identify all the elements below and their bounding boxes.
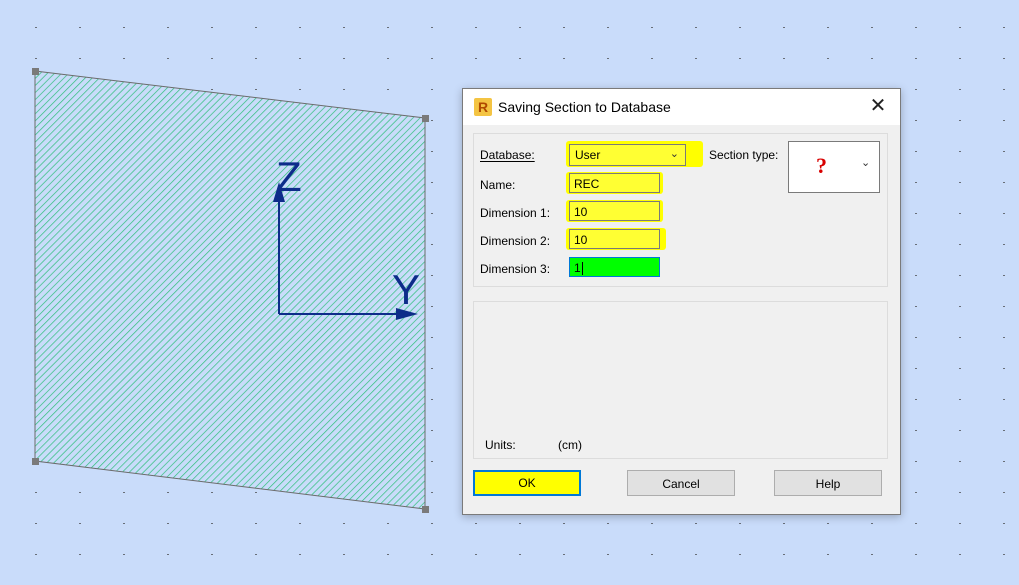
unknown-section-icon: ?: [816, 153, 827, 178]
section-shape[interactable]: [34, 70, 426, 510]
vertex-handle[interactable]: [422, 506, 429, 513]
dialog-titlebar[interactable]: R Saving Section to Database ✕: [463, 89, 900, 125]
vertex-handle[interactable]: [32, 68, 39, 75]
chevron-down-icon: ⌄: [669, 148, 679, 160]
dimension2-label: Dimension 2:: [480, 234, 551, 248]
database-select-value: User: [575, 148, 601, 162]
cancel-button[interactable]: Cancel: [627, 470, 735, 496]
ok-button[interactable]: OK: [473, 470, 581, 496]
close-button[interactable]: ✕: [856, 89, 900, 125]
dimension1-label: Dimension 1:: [480, 206, 551, 220]
z-axis-label: Z: [276, 153, 302, 200]
robot-app-icon: R: [474, 98, 492, 116]
dialog-title: Saving Section to Database: [498, 99, 671, 115]
y-axis-label: Y: [392, 266, 420, 313]
dimension3-label: Dimension 3:: [480, 262, 551, 276]
units-label: Units:: [485, 438, 516, 452]
section-type-label: Section type:: [709, 148, 779, 162]
dimension1-input[interactable]: 10: [569, 201, 660, 221]
help-button[interactable]: Help: [774, 470, 882, 496]
section-preview-panel: Units: (cm): [473, 301, 888, 459]
name-input[interactable]: REC: [569, 173, 660, 193]
units-value: (cm): [558, 438, 582, 452]
dimension2-input[interactable]: 10: [569, 229, 660, 249]
database-select[interactable]: User ⌄: [569, 144, 686, 166]
dimension3-value: 1: [574, 261, 581, 275]
database-label: Database:: [480, 148, 535, 162]
name-label: Name:: [480, 178, 516, 192]
save-section-dialog: R Saving Section to Database ✕ Database:…: [462, 88, 901, 515]
text-caret: [581, 262, 583, 276]
vertex-handle[interactable]: [32, 458, 39, 465]
vertex-handle[interactable]: [422, 115, 429, 122]
chevron-down-icon: ⌄: [861, 157, 871, 169]
dimension3-input[interactable]: 1: [569, 257, 660, 277]
section-type-select[interactable]: ? ⌄: [788, 141, 880, 193]
